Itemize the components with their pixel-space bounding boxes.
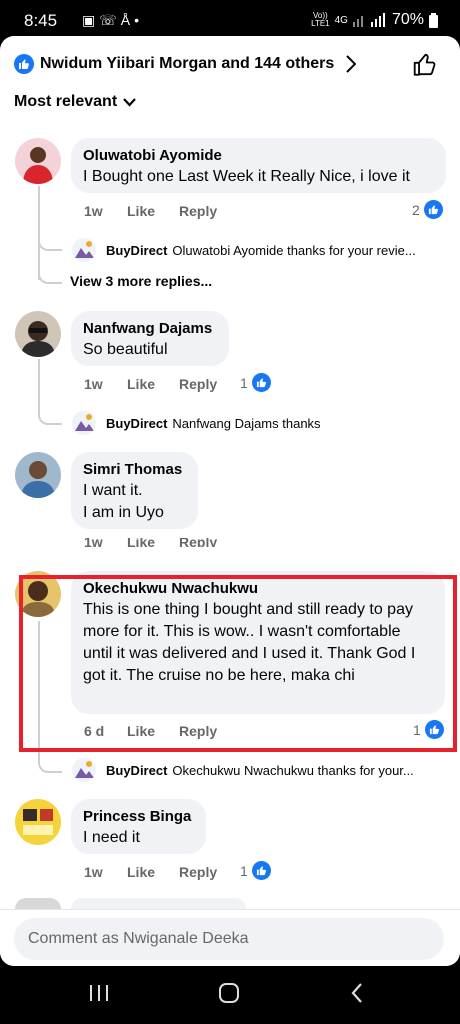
avatar[interactable] (15, 452, 61, 498)
sort-dropdown[interactable]: Most relevant (14, 93, 136, 111)
reply-text: Okechukwu Nwachukwu thanks for your... (172, 762, 414, 778)
battery-icon (429, 12, 438, 28)
gallery-icon: ▣ (82, 12, 96, 28)
home-icon[interactable] (218, 982, 240, 1004)
reply-author[interactable]: BuyDirect (106, 416, 167, 431)
comment-input[interactable] (14, 918, 444, 960)
comment-text: So beautiful (83, 341, 168, 358)
like-button[interactable]: Like (127, 538, 179, 547)
reply-author[interactable]: BuyDirect (106, 763, 167, 778)
comment-bubble[interactable]: Simri Thomas I want it. I am in Uyo (71, 452, 198, 529)
like-button[interactable]: Like (127, 864, 179, 880)
reply-connector (38, 226, 62, 251)
comment-actions: 1w Like Reply (84, 864, 217, 880)
signal-icon (352, 13, 385, 27)
commenter-name[interactable]: Simri Thomas (83, 460, 186, 480)
status-bar: 8:45 ▣ ☏ Å • Vo)) LTE1 4G 70% (0, 0, 460, 40)
reply-text: Oluwatobi Ayomide thanks for your revie.… (172, 242, 416, 258)
system-icons: Vo)) LTE1 4G 70% (311, 11, 438, 29)
comment-text: I need it (83, 829, 140, 846)
reply-button[interactable]: Reply (179, 538, 217, 547)
reaction-count[interactable]: 1 (240, 373, 271, 392)
reply-button[interactable]: Reply (179, 376, 217, 392)
comment-time: 1w (84, 864, 103, 880)
comment-bubble[interactable]: Princess Binga I need it (71, 799, 206, 854)
whatsapp-icon: ☏ (99, 12, 117, 28)
more-replies-connector (38, 249, 62, 284)
dot-icon: • (134, 12, 139, 28)
commenter-name[interactable]: Nanfwang Dajams (83, 319, 217, 339)
thumbs-up-icon[interactable] (412, 52, 438, 78)
comment-actions: 1w Like Reply (84, 376, 217, 392)
reaction-count[interactable]: 1 (240, 861, 271, 880)
like-button[interactable]: Like (127, 203, 179, 219)
like-reaction-icon (14, 54, 34, 74)
comment-bubble[interactable] (71, 898, 246, 909)
page-avatar (72, 758, 96, 782)
highlight-box (19, 575, 457, 752)
reactors-text: Nwidum Yiibari Morgan and 144 others (40, 55, 335, 72)
volte-indicator: Vo)) LTE1 (311, 11, 330, 28)
system-navigation-bar (0, 966, 460, 1024)
comment-time: 1w (84, 538, 103, 547)
avatar[interactable] (15, 138, 61, 184)
commenter-name[interactable]: Princess Binga (83, 807, 194, 827)
reaction-count[interactable]: 2 (412, 200, 443, 219)
page-avatar (72, 411, 96, 435)
comment-composer-bar (0, 909, 460, 966)
chevron-right-icon (346, 55, 357, 73)
avatar[interactable] (15, 799, 61, 845)
reply-connector (38, 359, 62, 425)
notification-icons: ▣ ☏ Å • (82, 12, 139, 29)
comment-text: I Bought one Last Week it Really Nice, i… (83, 168, 410, 185)
avatar[interactable] (15, 898, 61, 909)
reactors-summary[interactable]: Nwidum Yiibari Morgan and 144 others (14, 54, 357, 74)
reply-text: Nanfwang Dajams thanks (172, 415, 321, 431)
comment-actions: 1w Like Reply (84, 538, 217, 547)
reply-author[interactable]: BuyDirect (106, 243, 167, 258)
reply-button[interactable]: Reply (179, 864, 217, 880)
comment-bubble[interactable]: Oluwatobi Ayomide I Bought one Last Week… (71, 138, 446, 193)
reply-item[interactable]: BuyDirect Okechukwu Nwachukwu thanks for… (72, 758, 414, 782)
battery-percent: 70% (391, 11, 424, 28)
recent-apps-icon[interactable] (89, 982, 109, 1004)
chevron-down-icon (123, 97, 136, 107)
back-icon[interactable] (350, 982, 364, 1004)
clock: 8:45 (24, 11, 58, 30)
view-more-replies-link[interactable]: View 3 more replies... (70, 273, 212, 289)
comments-sheet: Nwidum Yiibari Morgan and 144 others Mos… (0, 36, 460, 966)
network-type: 4G (334, 14, 348, 26)
like-reaction-icon (251, 861, 271, 880)
comment-time: 1w (84, 203, 103, 219)
like-reaction-icon (423, 200, 443, 219)
commenter-name[interactable]: Oluwatobi Ayomide (83, 146, 434, 166)
reply-item[interactable]: BuyDirect Nanfwang Dajams thanks (72, 411, 321, 435)
like-button[interactable]: Like (127, 376, 179, 392)
comment-time: 1w (84, 376, 103, 392)
reply-button[interactable]: Reply (179, 203, 217, 219)
comment-text: I want it. I am in Uyo (83, 482, 164, 521)
like-reaction-icon (251, 373, 271, 392)
comment-bubble[interactable]: Nanfwang Dajams So beautiful (71, 311, 229, 366)
reply-item[interactable]: BuyDirect Oluwatobi Ayomide thanks for y… (72, 238, 416, 262)
avatar[interactable] (15, 311, 61, 357)
comment-actions: 1w Like Reply (84, 203, 217, 219)
app-icon: Å (120, 12, 131, 28)
sort-label: Most relevant (14, 93, 118, 110)
page-avatar (72, 238, 96, 262)
